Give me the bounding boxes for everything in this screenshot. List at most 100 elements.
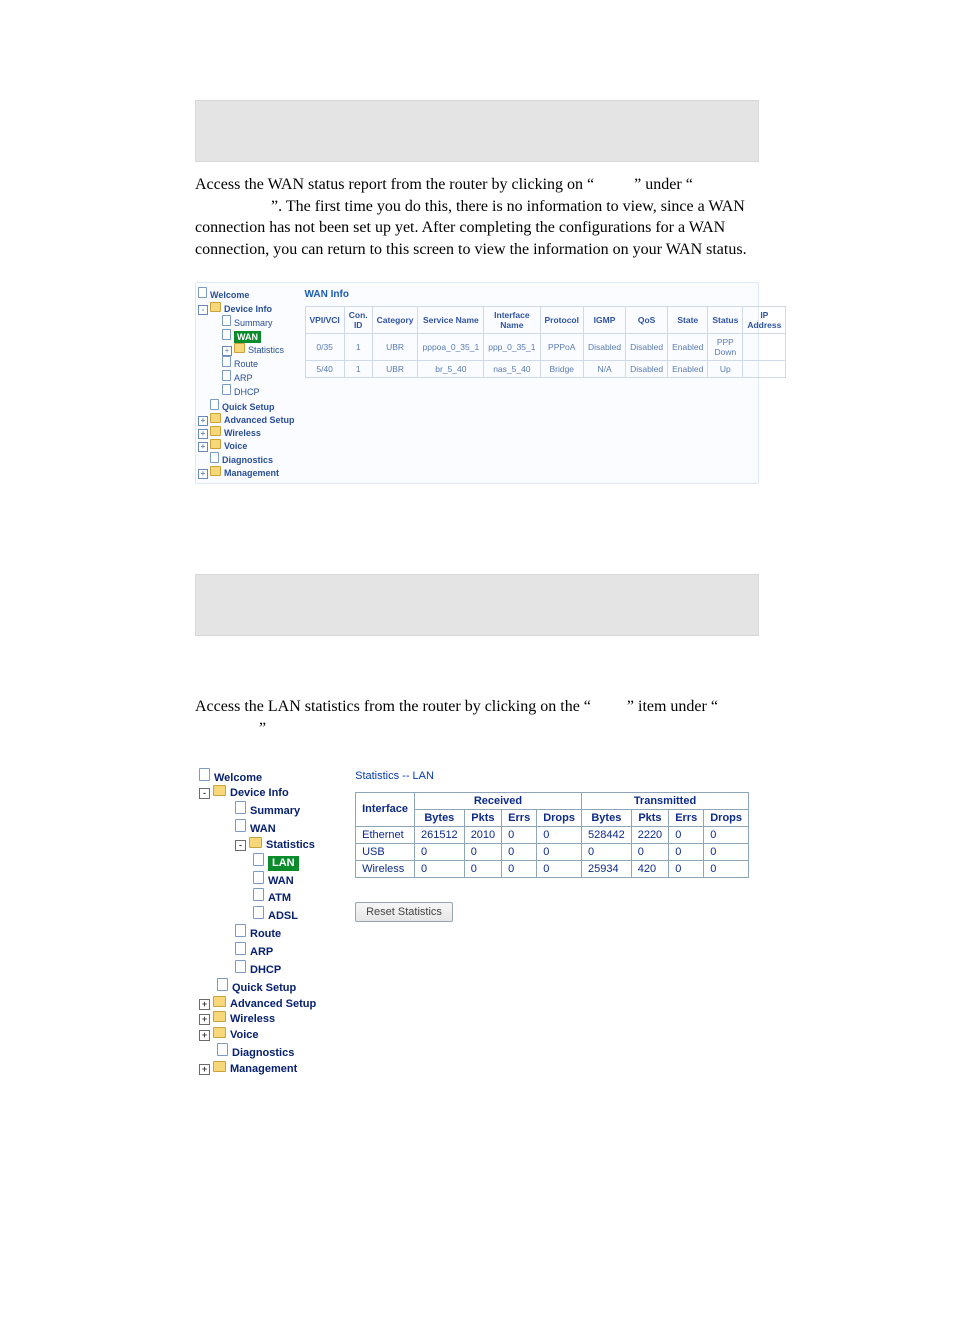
- cell: 2010: [464, 826, 501, 843]
- expand-icon[interactable]: +: [199, 1064, 210, 1075]
- cell: 0: [464, 843, 501, 860]
- wan-paragraph: Access the WAN status report from the ro…: [195, 174, 759, 260]
- table-header-row: Bytes Pkts Errs Drops Bytes Pkts Errs Dr…: [356, 809, 749, 826]
- expand-icon[interactable]: +: [198, 429, 208, 439]
- cell: 0: [464, 860, 501, 877]
- section-heading-lan: [195, 574, 759, 636]
- cell: 528442: [581, 826, 631, 843]
- nav-wireless[interactable]: + Wireless: [199, 1011, 341, 1027]
- nav-quick-setup[interactable]: Quick Setup: [199, 978, 341, 996]
- nav-voice[interactable]: +Voice: [199, 1027, 341, 1043]
- cell: 0: [414, 843, 464, 860]
- label: WAN: [250, 823, 276, 835]
- collapse-icon[interactable]: -: [198, 305, 208, 315]
- nav-diagnostics[interactable]: Diagnostics: [199, 1043, 341, 1061]
- cell: 0: [537, 860, 582, 877]
- expand-icon[interactable]: +: [198, 416, 208, 426]
- table-row: 0/35 1 UBR pppoa_0_35_1 ppp_0_35_1 PPPoA…: [305, 334, 786, 361]
- nav-arp[interactable]: ARP: [199, 942, 341, 960]
- label: Voice: [224, 441, 247, 451]
- expand-icon[interactable]: +: [198, 442, 208, 452]
- expand-icon[interactable]: +: [198, 469, 208, 479]
- table-row: 5/40 1 UBR br_5_40 nas_5_40 Bridge N/A D…: [305, 361, 786, 378]
- reset-statistics-button[interactable]: Reset Statistics: [355, 902, 453, 922]
- col-drops: Drops: [704, 809, 749, 826]
- nav-device-info[interactable]: -Device Info: [199, 785, 341, 801]
- nav-welcome[interactable]: Welcome: [199, 768, 341, 786]
- nav-statistics[interactable]: + Statistics: [198, 343, 295, 356]
- expand-icon[interactable]: +: [199, 1014, 210, 1025]
- col-state: State: [668, 307, 708, 334]
- label: ARP: [250, 946, 273, 958]
- collapse-icon[interactable]: -: [235, 840, 246, 851]
- cell: Disabled: [626, 334, 668, 361]
- col-interface: Interface: [356, 792, 415, 826]
- cell: 0: [704, 826, 749, 843]
- cell: br_5_40: [418, 361, 484, 378]
- col-received: Received: [414, 792, 581, 809]
- nav-wireless[interactable]: + Wireless: [198, 426, 295, 439]
- label: Wireless: [224, 428, 261, 438]
- nav-device-info[interactable]: -Device Info: [198, 302, 295, 315]
- nav-dhcp[interactable]: DHCP: [198, 384, 295, 398]
- cell: 0: [669, 826, 704, 843]
- nav-lan-selected[interactable]: LAN: [199, 853, 341, 871]
- lan-stats-panel: Statistics -- LAN Interface Received Tra…: [345, 762, 759, 1083]
- text: ” item under “: [627, 698, 718, 715]
- cell: 0: [502, 826, 537, 843]
- cell: ppp_0_35_1: [484, 334, 540, 361]
- col-vpivci: VPI/VCI: [305, 307, 344, 334]
- cell: 0: [414, 860, 464, 877]
- cell: Enabled: [668, 334, 708, 361]
- nav-route[interactable]: Route: [199, 924, 341, 942]
- label: Route: [250, 928, 281, 940]
- nav-statistics[interactable]: -Statistics: [199, 837, 341, 853]
- nav-wan[interactable]: WAN: [199, 819, 341, 837]
- nav-tree-lan: Welcome -Device Info Summary WAN -Statis…: [195, 762, 345, 1083]
- label: Welcome: [214, 772, 262, 784]
- col-transmitted: Transmitted: [581, 792, 748, 809]
- expand-icon[interactable]: +: [199, 1030, 210, 1041]
- label: DHCP: [234, 387, 260, 397]
- nav-wan-stats[interactable]: WAN: [199, 871, 341, 889]
- cell: Wireless: [356, 860, 415, 877]
- label: DHCP: [250, 964, 281, 976]
- label: Wireless: [230, 1013, 275, 1025]
- label: Statistics: [248, 345, 284, 355]
- nav-diagnostics[interactable]: Diagnostics: [198, 452, 295, 466]
- cell: 0: [537, 826, 582, 843]
- col-iname: Interface Name: [484, 307, 540, 334]
- cell: UBR: [372, 361, 418, 378]
- nav-quick-setup[interactable]: Quick Setup: [198, 399, 295, 413]
- col-errs: Errs: [669, 809, 704, 826]
- label: Welcome: [210, 290, 249, 300]
- text-space: [595, 698, 623, 715]
- lan-stats-screenshot: Welcome -Device Info Summary WAN -Statis…: [195, 762, 759, 1083]
- nav-adsl[interactable]: ADSL: [199, 906, 341, 924]
- nav-summary[interactable]: Summary: [198, 315, 295, 329]
- cell: pppoa_0_35_1: [418, 334, 484, 361]
- nav-advanced[interactable]: +Advanced Setup: [199, 996, 341, 1012]
- nav-arp[interactable]: ARP: [198, 370, 295, 384]
- label: WAN: [234, 331, 261, 343]
- nav-welcome[interactable]: Welcome: [198, 287, 295, 301]
- nav-route[interactable]: Route: [198, 356, 295, 370]
- label: Quick Setup: [222, 402, 275, 412]
- nav-advanced[interactable]: +Advanced Setup: [198, 413, 295, 426]
- nav-wan-selected[interactable]: WAN: [198, 329, 295, 343]
- text: ”: [259, 720, 266, 737]
- nav-management[interactable]: +Management: [199, 1061, 341, 1077]
- nav-voice[interactable]: + Voice: [198, 439, 295, 452]
- label: Summary: [250, 805, 300, 817]
- collapse-icon[interactable]: -: [199, 788, 210, 799]
- nav-dhcp[interactable]: DHCP: [199, 960, 341, 978]
- cell: UBR: [372, 334, 418, 361]
- cell: 0: [631, 843, 668, 860]
- nav-tree-wan: Welcome -Device Info Summary WAN + Statis…: [196, 283, 297, 483]
- nav-summary[interactable]: Summary: [199, 801, 341, 819]
- expand-icon[interactable]: +: [199, 999, 210, 1010]
- nav-atm[interactable]: ATM: [199, 888, 341, 906]
- expand-icon[interactable]: +: [222, 346, 232, 356]
- nav-management[interactable]: +Management: [198, 466, 295, 479]
- cell: nas_5_40: [484, 361, 540, 378]
